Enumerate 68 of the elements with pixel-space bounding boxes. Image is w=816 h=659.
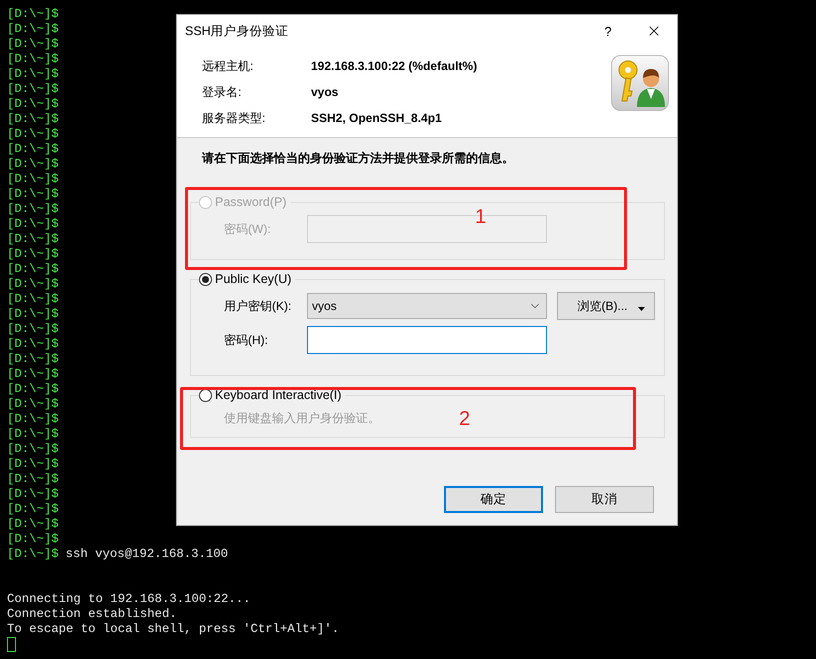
help-button[interactable]: ? [585, 16, 631, 46]
prompt-text: [D:\~]$ [7, 82, 59, 97]
prompt-text: [D:\~]$ [7, 457, 59, 472]
field-label: 密码(W): [224, 220, 272, 238]
annotation-number: 1 [475, 206, 486, 229]
password-field[interactable] [307, 326, 547, 354]
prompt-text: [D:\~]$ [7, 532, 59, 547]
prompt-text: [D:\~]$ [7, 412, 59, 427]
info-value: 192.168.3.100:22 (%default%) [311, 58, 478, 75]
prompt-text: [D:\~]$ [7, 487, 59, 502]
prompt-text: [D:\~]$ [7, 262, 59, 277]
annotation-number: 2 [459, 408, 470, 431]
prompt-text: [D:\~]$ [7, 322, 59, 337]
prompt-text: [D:\~]$ [7, 67, 59, 82]
field-label: 用户密钥(K): [224, 298, 292, 314]
prompt-text: [D:\~]$ [7, 292, 59, 307]
prompt-text: [D:\~]$ [7, 277, 59, 292]
method-label: Password(P) [215, 195, 287, 209]
output-text: Connection established. [7, 607, 177, 622]
prompt-text: [D:\~]$ [7, 187, 59, 202]
info-label: 登录名: [202, 84, 242, 101]
prompt-text: [D:\~]$ [7, 22, 59, 37]
prompt-text: [D:\~]$ [7, 172, 59, 187]
prompt-text: [D:\~]$ [7, 337, 59, 352]
prompt-text: [D:\~]$ [7, 52, 59, 67]
prompt-text: [D:\~]$ [7, 472, 59, 487]
window-title: SSH用户身份验证 [185, 22, 290, 40]
prompt-text: [D:\~]$ [7, 142, 59, 157]
key-dropdown[interactable]: vyos [307, 293, 547, 319]
instruction-text: 请在下面选择恰当的身份验证方法并提供登录所需的信息。 [200, 150, 515, 167]
prompt-text: [D:\~]$ [7, 112, 59, 127]
command-text: ssh vyos@192.168.3.100 [66, 547, 228, 562]
prompt-text: [D:\~]$ [7, 427, 59, 442]
prompt-text: [D:\~]$ [7, 397, 59, 412]
output-text: Connecting to 192.168.3.100:22... [7, 592, 251, 607]
prompt-text: [D:\~]$ [7, 7, 59, 22]
prompt-text: [D:\~]$ [7, 517, 59, 532]
output-text: To escape to local shell, press 'Ctrl+Alt+]'. [7, 622, 340, 637]
prompt-text: [D:\~]$ [7, 37, 59, 52]
prompt-text: [D:\~]$ [7, 307, 59, 322]
prompt-text: [D:\~]$ [7, 247, 59, 262]
method-description: 使用键盘输入用户身份验证。 [224, 410, 380, 427]
ok-button[interactable]: 确定 [444, 486, 543, 513]
prompt-text: [D:\~]$ [7, 232, 59, 247]
browse-button[interactable]: 浏览(B)... [557, 292, 655, 320]
prompt-text: [D:\~]$ [7, 547, 59, 562]
prompt-text: [D:\~]$ [7, 367, 59, 382]
prompt-text: [D:\~]$ [7, 217, 59, 232]
prompt-text: [D:\~]$ [7, 442, 59, 457]
info-value: SSH2, OpenSSH_8.4p1 [311, 110, 443, 127]
radio-button[interactable] [199, 272, 212, 286]
info-label: 服务器类型: [202, 110, 266, 127]
method-label: Keyboard Interactive(I) [215, 388, 342, 402]
field-label: 密码(H): [224, 332, 269, 348]
prompt-text: [D:\~]$ [7, 352, 59, 367]
prompt-text: [D:\~]$ [7, 502, 59, 517]
prompt-text: [D:\~]$ [7, 127, 59, 142]
info-label: 远程主机: [202, 58, 254, 75]
prompt-text: [D:\~]$ [7, 382, 59, 397]
info-value: vyos [311, 84, 340, 101]
prompt-text: [D:\~]$ [7, 202, 59, 217]
cancel-button[interactable]: 取消 [555, 486, 654, 513]
prompt-text: [D:\~]$ [7, 157, 59, 172]
key-user-icon [611, 55, 669, 111]
prompt-text: [D:\~]$ [7, 97, 59, 112]
caret-icon [638, 307, 644, 311]
text-cursor [7, 637, 16, 652]
method-label: Public Key(U) [215, 272, 292, 286]
